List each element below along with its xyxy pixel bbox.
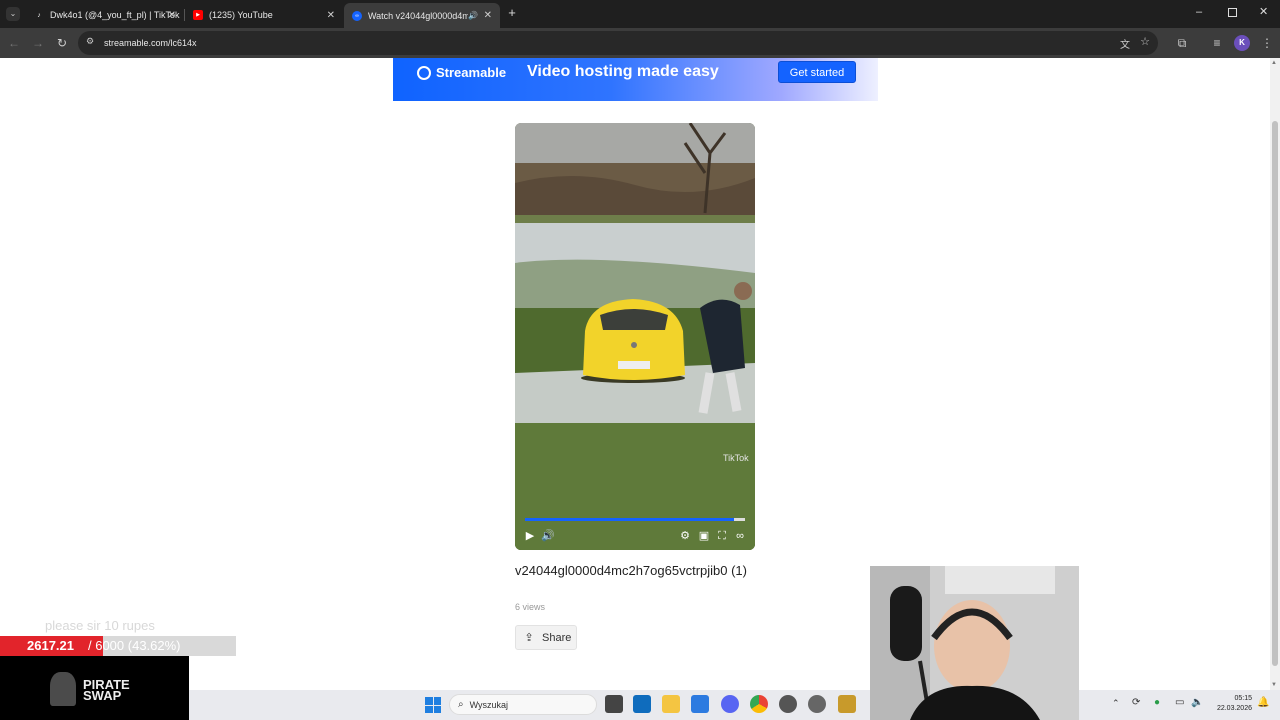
- menu-kebab-icon[interactable]: ⋮: [1259, 35, 1275, 51]
- video-title: v24044gl0000d4mc2h7og65vctrpjib0 (1): [515, 563, 747, 578]
- audio-playing-icon[interactable]: 🔊: [468, 11, 478, 20]
- outlook-icon[interactable]: [633, 695, 651, 713]
- tray-chevron-icon[interactable]: ⌃: [1112, 698, 1120, 709]
- windows-start-icon[interactable]: [425, 697, 441, 713]
- share-label: Share: [542, 631, 572, 644]
- tab-tiktok[interactable]: ♪ Dwk4o1 (@4_you_ft_pl) | TikTok ✕: [26, 4, 184, 26]
- restore-icon[interactable]: [1228, 8, 1237, 17]
- scroll-thumb[interactable]: [1272, 121, 1278, 666]
- microphone-icon[interactable]: ●: [1154, 697, 1160, 708]
- play-icon[interactable]: ▶: [523, 529, 537, 543]
- sponsor-name: PIRATE SWAP: [83, 678, 130, 702]
- store-icon[interactable]: [691, 695, 709, 713]
- new-tab-button[interactable]: +: [505, 6, 519, 20]
- discord-icon[interactable]: [721, 695, 739, 713]
- donation-message: please sir 10 rupes: [45, 618, 155, 633]
- bookmark-star-icon[interactable]: ☆: [1140, 35, 1150, 48]
- banner-tagline: Video hosting made easy: [527, 63, 719, 80]
- tab-streamable[interactable]: ∞ Watch v24044gl0000d4mc… 🔊 ✕: [344, 3, 500, 28]
- minimize-icon[interactable]: –: [1196, 6, 1202, 18]
- app-icon[interactable]: [808, 695, 826, 713]
- share-button[interactable]: ⇪ Share: [515, 625, 577, 650]
- streamable-banner[interactable]: Streamable Video hosting made easy Get s…: [393, 58, 878, 101]
- tab-strip: ⌄ ♪ Dwk4o1 (@4_you_ft_pl) | TikTok ✕ ▶ (…: [0, 0, 1280, 28]
- file-explorer-icon[interactable]: [662, 695, 680, 713]
- profile-avatar[interactable]: K: [1234, 35, 1250, 51]
- fullscreen-icon[interactable]: ⛶: [715, 529, 729, 543]
- back-icon[interactable]: ←: [6, 35, 22, 51]
- media-control-icon[interactable]: ≡: [1209, 35, 1225, 51]
- close-tab-icon[interactable]: ✕: [327, 10, 335, 21]
- donation-goal-total: / 6000 (43.62%): [88, 638, 181, 653]
- video-player[interactable]: TikTok ▶ 🔊 ⚙ ▣ ⛶ ∞: [515, 123, 755, 550]
- tab-title: Dwk4o1 (@4_you_ft_pl) | TikTok: [50, 10, 180, 20]
- chrome-icon[interactable]: [750, 695, 768, 713]
- picture-in-picture-icon[interactable]: ▣: [697, 529, 711, 543]
- sync-icon[interactable]: ⟳: [1132, 697, 1140, 708]
- translate-icon[interactable]: 文: [1120, 36, 1130, 51]
- streamable-logo-icon: [417, 66, 431, 80]
- browser-toolbar: ← → ↻ ⚙ streamable.com/lc614x 文 ☆ ⧉ ≡ K …: [0, 28, 1280, 58]
- extensions-icon[interactable]: ⧉: [1174, 35, 1190, 51]
- close-window-icon[interactable]: ✕: [1259, 5, 1268, 18]
- url-text[interactable]: streamable.com/lc614x: [104, 38, 197, 48]
- page-scrollbar[interactable]: ▲ ▼: [1270, 58, 1280, 690]
- forward-icon[interactable]: →: [30, 35, 46, 51]
- app-icon[interactable]: [779, 695, 797, 713]
- site-info-icon[interactable]: ⚙: [86, 36, 94, 47]
- tiktok-watermark: TikTok: [723, 453, 749, 463]
- network-icon[interactable]: ▭: [1175, 697, 1184, 708]
- tab-title: (1235) YouTube: [209, 10, 273, 20]
- tab-search-button[interactable]: ⌄: [6, 7, 20, 21]
- video-frame: TikTok: [515, 123, 755, 550]
- video-progress-bar[interactable]: [525, 518, 745, 521]
- donation-current: 2617.21: [27, 638, 74, 653]
- page-content: Streamable Video hosting made easy Get s…: [0, 58, 1270, 690]
- view-count: 6 views: [515, 602, 546, 612]
- youtube-icon: ▶: [193, 10, 203, 20]
- taskbar-search[interactable]: ⌕ Wyszukaj: [449, 694, 597, 715]
- webcam-feed: [870, 566, 1079, 720]
- address-bar[interactable]: ⚙ streamable.com/lc614x 文 ☆: [78, 31, 1158, 55]
- taskbar-clock[interactable]: 05:15 22.03.2026: [1210, 694, 1252, 714]
- webcam-overlay: [870, 566, 1079, 720]
- streamable-link-icon[interactable]: ∞: [733, 529, 747, 543]
- reload-icon[interactable]: ↻: [54, 35, 70, 51]
- volume-icon[interactable]: 🔊: [541, 529, 555, 543]
- clock-time: 05:15: [1234, 695, 1252, 702]
- app-icon[interactable]: [838, 695, 856, 713]
- close-tab-icon[interactable]: ✕: [168, 10, 176, 21]
- banner-brand: Streamable: [436, 65, 507, 80]
- tab-title: Watch v24044gl0000d4mc…: [368, 10, 468, 21]
- settings-icon[interactable]: ⚙: [678, 529, 692, 543]
- video-progress-fill: [525, 518, 734, 521]
- scroll-down-icon[interactable]: ▼: [1271, 682, 1277, 688]
- streamable-icon: ∞: [352, 10, 362, 21]
- get-started-button[interactable]: Get started: [778, 61, 856, 83]
- pirate-logo-icon: [50, 672, 76, 706]
- share-icon: ⇪: [524, 632, 534, 644]
- close-tab-icon[interactable]: ✕: [484, 10, 492, 21]
- notifications-icon[interactable]: 🔔: [1257, 697, 1269, 708]
- tiktok-icon: ♪: [37, 11, 41, 19]
- search-placeholder: Wyszukaj: [469, 699, 509, 710]
- tab-youtube[interactable]: ▶ (1235) YouTube ✕: [185, 4, 343, 26]
- speaker-icon[interactable]: 🔈: [1191, 697, 1203, 708]
- clock-date: 22.03.2026: [1216, 705, 1252, 712]
- task-view-icon[interactable]: [605, 695, 623, 713]
- scroll-up-icon[interactable]: ▲: [1271, 60, 1277, 66]
- search-icon: ⌕: [458, 699, 464, 710]
